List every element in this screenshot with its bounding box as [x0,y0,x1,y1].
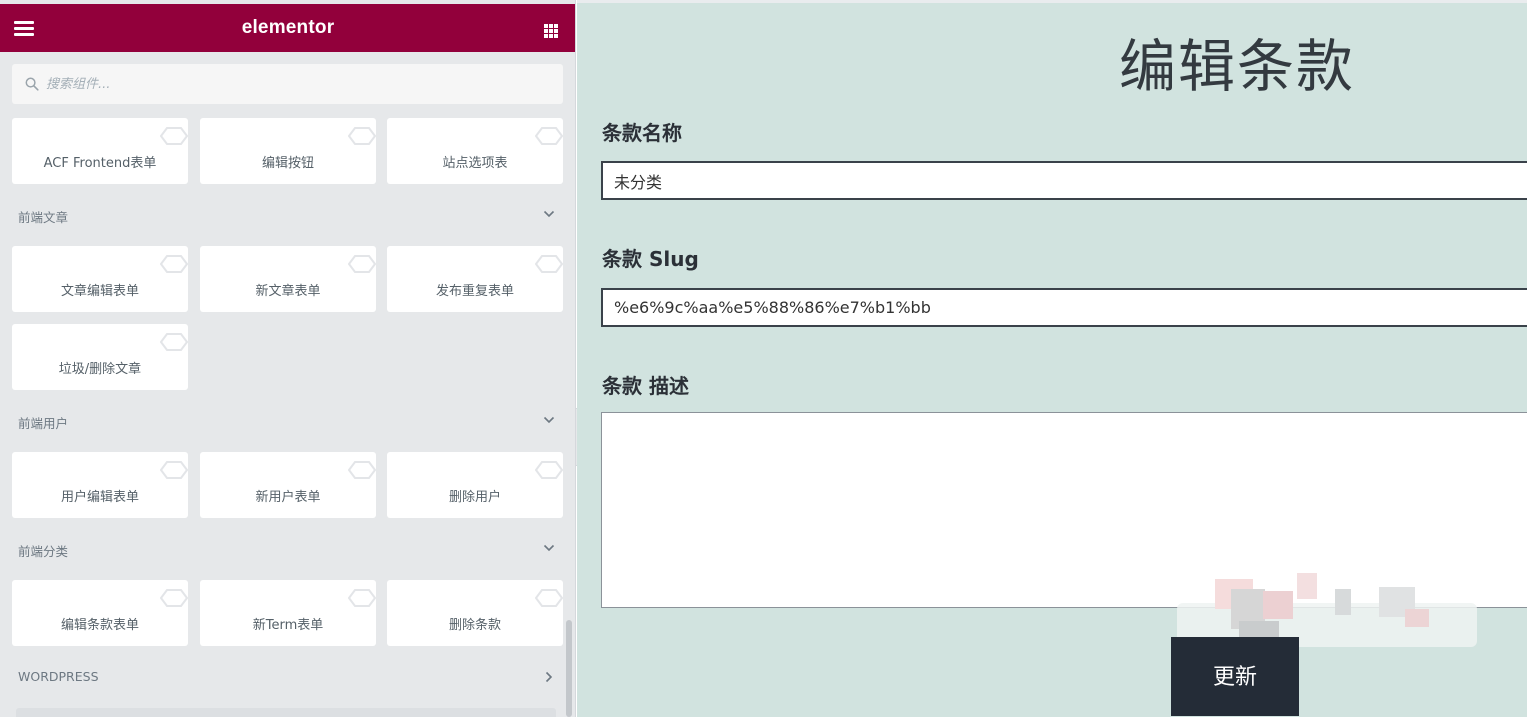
term-slug-input[interactable] [601,288,1527,327]
widget-label: 垃圾/删除文章 [58,362,142,377]
widget-icon [160,333,188,351]
preview-canvas: 编辑条款 条款名称 条款 Slug 条款 描述 更新 [577,0,1527,717]
widget-icon [348,461,376,479]
widget-icon [348,589,376,607]
chevron-down-icon [543,544,555,552]
chevron-down-icon [543,416,555,424]
widget-icon [348,127,376,145]
search-icon [25,77,39,91]
widget-search-box[interactable] [12,64,563,104]
update-button[interactable]: 更新 [1171,637,1299,716]
widget-duplicate-post-form[interactable]: 发布重复表单 [387,246,563,312]
term-slug-label: 条款 Slug [602,247,699,271]
term-description-textarea[interactable] [601,412,1527,608]
widget-icon [535,461,563,479]
elementor-logo: elementor [241,17,335,38]
widget-label: 编辑按钮 [261,156,314,171]
section-title: 前端分类 [18,544,69,559]
section-header-frontend-posts[interactable]: 前端文章 [12,202,563,228]
page-title: 编辑条款 [1119,34,1355,100]
search-input[interactable] [46,72,546,96]
section-title: 前端用户 [18,416,69,431]
widget-site-options-form[interactable]: 站点选项表 [387,118,563,184]
widget-icon [160,127,188,145]
section-header-frontend-taxonomy[interactable]: 前端分类 [12,536,563,562]
widget-icon [535,255,563,273]
elementor-panel: elementor ACF Frontend表单 编辑按钮 站点选项表 [0,0,576,717]
widget-delete-user[interactable]: 删除用户 [387,452,563,518]
chevron-down-icon [543,210,555,218]
term-name-label: 条款名称 [602,121,682,145]
widget-label: 删除用户 [448,490,501,505]
widget-label: 站点选项表 [442,156,508,171]
section-title: 前端文章 [18,210,69,225]
widget-label: 用户编辑表单 [60,490,139,505]
grid-icon[interactable] [544,24,558,38]
widget-delete-term[interactable]: 删除条款 [387,580,563,646]
section-header-frontend-users[interactable]: 前端用户 [12,408,563,434]
next-section-edge [16,708,556,717]
widget-new-term-form[interactable]: 新Term表单 [200,580,376,646]
widget-icon [160,255,188,273]
widget-post-edit-form[interactable]: 文章编辑表单 [12,246,188,312]
widget-edit-term-form[interactable]: 编辑条款表单 [12,580,188,646]
section-title: WORDPRESS [18,669,99,684]
widget-label: 编辑条款表单 [60,618,139,633]
widget-new-user-form[interactable]: 新用户表单 [200,452,376,518]
widget-trash-delete-post[interactable]: 垃圾/删除文章 [12,324,188,390]
widget-user-edit-form[interactable]: 用户编辑表单 [12,452,188,518]
widget-icon [535,589,563,607]
widget-label: ACF Frontend表单 [43,156,157,171]
chevron-right-icon [545,671,553,683]
widget-new-post-form[interactable]: 新文章表单 [200,246,376,312]
widget-label: 新Term表单 [252,618,324,633]
panel-scrollbar[interactable] [566,620,572,717]
widget-label: 文章编辑表单 [60,284,139,299]
widget-label: 删除条款 [448,618,501,633]
widget-label: 新文章表单 [255,284,321,299]
widget-label: 发布重复表单 [435,284,514,299]
widget-icon [160,461,188,479]
widget-edit-button[interactable]: 编辑按钮 [200,118,376,184]
widget-icon [160,589,188,607]
section-header-wordpress[interactable]: WORDPRESS [12,664,563,690]
widget-icon [535,127,563,145]
widget-icon [348,255,376,273]
panel-header: elementor [0,4,575,52]
widget-acf-frontend-form[interactable]: ACF Frontend表单 [12,118,188,184]
term-name-input[interactable] [601,161,1527,200]
widget-label: 新用户表单 [255,490,321,505]
term-description-label: 条款 描述 [602,374,689,398]
